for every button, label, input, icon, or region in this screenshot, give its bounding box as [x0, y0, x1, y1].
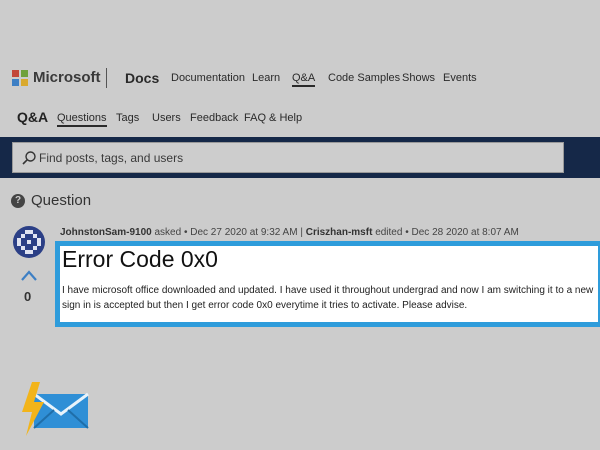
question-mark-icon: ? [11, 193, 25, 208]
search-box[interactable] [12, 142, 564, 173]
separator: • [183, 227, 188, 238]
product-name[interactable]: Docs [125, 70, 159, 86]
author-link[interactable]: JohnstonSam-9100 [60, 227, 152, 238]
post-body: I have microsoft office downloaded and u… [62, 283, 593, 313]
question-header: ? Question [11, 192, 91, 209]
post-title: Error Code 0x0 [62, 246, 218, 272]
mail-lightning-logo-icon [22, 382, 89, 436]
subnav-title[interactable]: Q&A [17, 109, 48, 125]
highlighted-post: Error Code 0x0 I have microsoft office d… [55, 241, 600, 327]
brand-name[interactable]: Microsoft [33, 69, 101, 86]
editor-link[interactable]: Criszhan-msft [306, 227, 373, 238]
sub-nav: Q&A Questions Tags Users Feedback FAQ & … [0, 104, 600, 130]
avatar[interactable] [12, 225, 46, 259]
post-body-line: I have microsoft office downloaded and u… [62, 285, 594, 296]
upvote-chevron-icon[interactable] [20, 268, 38, 282]
asked-date: Dec 27 2020 at 9:32 AM [190, 227, 298, 238]
nav-learn[interactable]: Learn [252, 72, 280, 84]
separator: | [300, 227, 303, 238]
microsoft-logo-icon[interactable] [12, 70, 28, 86]
tab-users[interactable]: Users [152, 112, 181, 124]
post-meta: JohnstonSam-9100 asked • Dec 27 2020 at … [60, 227, 519, 238]
tab-tags[interactable]: Tags [116, 112, 139, 124]
asked-label: asked [154, 227, 182, 238]
vote-count: 0 [24, 289, 32, 304]
top-nav: Microsoft Docs Documentation Learn Q&A C… [0, 62, 600, 96]
post-body-line: sign in is accepted but then I get error… [62, 300, 468, 311]
tab-feedback[interactable]: Feedback [190, 112, 238, 124]
tab-questions[interactable]: Questions [57, 112, 107, 127]
section-title: Question [31, 192, 92, 209]
tab-faq-help[interactable]: FAQ & Help [244, 112, 302, 124]
nav-qa[interactable]: Q&A [292, 72, 316, 87]
nav-documentation[interactable]: Documentation [171, 72, 245, 84]
edited-date: Dec 28 2020 at 8:07 AM [411, 227, 519, 238]
divider [106, 68, 107, 88]
search-icon [22, 151, 36, 165]
nav-events[interactable]: Events [443, 72, 477, 84]
nav-shows[interactable]: Shows [402, 72, 435, 84]
edited-label: edited [375, 227, 403, 238]
nav-code-samples[interactable]: Code Samples [328, 72, 400, 84]
separator: • [405, 227, 409, 238]
search-input[interactable] [39, 143, 559, 172]
